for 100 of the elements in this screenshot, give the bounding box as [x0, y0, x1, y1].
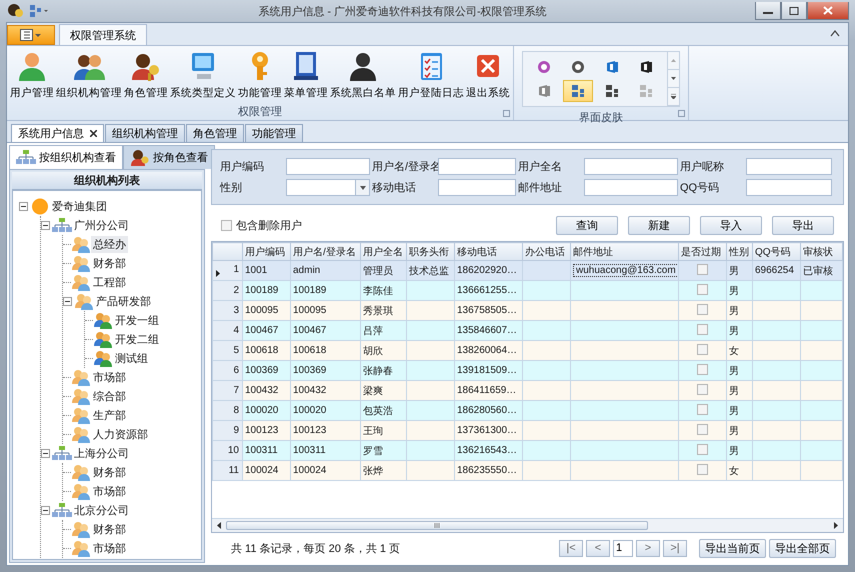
checkbox[interactable] [697, 464, 708, 474]
scroll-right-icon[interactable] [834, 522, 838, 529]
select-field[interactable] [286, 179, 370, 196]
checkbox[interactable] [697, 424, 708, 434]
page-field[interactable]: 1 [613, 540, 633, 556]
input-field[interactable] [746, 158, 832, 175]
view-tab[interactable]: 按角色查看 [123, 145, 215, 169]
tree-item[interactable]: 开发二组 [113, 331, 161, 348]
table-cell: 100369 [293, 365, 326, 376]
table-cell: 女 [729, 346, 739, 356]
column-header[interactable]: 用户全名 [360, 242, 406, 260]
column-header[interactable]: QQ号码 [752, 242, 800, 260]
export-button[interactable]: 导出全部页 [769, 538, 836, 558]
input-field[interactable] [584, 158, 678, 175]
expander-icon[interactable] [41, 221, 50, 230]
table-cell[interactable]: wuhuacong@163.com [573, 264, 678, 277]
horizontal-scrollbar[interactable] [212, 518, 843, 532]
first-page-button[interactable]: |< [559, 540, 583, 556]
ribbon-button[interactable]: 角色管理 [123, 48, 169, 102]
close-button[interactable] [807, 2, 849, 20]
ribbon-button[interactable]: 系统类型定义 [169, 48, 237, 102]
tree-item[interactable]: 测试组 [113, 350, 150, 367]
maximize-button[interactable] [781, 2, 807, 20]
tree-item[interactable]: 市场部 [91, 540, 128, 557]
include-deleted-checkbox[interactable]: 包含删除用户 [221, 218, 302, 232]
expander-icon[interactable] [19, 202, 28, 211]
tree-item[interactable]: 上海分公司 [72, 445, 131, 462]
close-icon[interactable] [90, 130, 97, 137]
document-tab[interactable]: 组织机构管理 [105, 124, 185, 142]
minimize-button[interactable] [755, 2, 781, 20]
column-header[interactable]: 邮件地址 [570, 242, 678, 260]
tree-item[interactable]: 开发一组 [113, 312, 161, 329]
checkbox[interactable] [697, 364, 708, 374]
ribbon-button[interactable]: 菜单管理 [283, 48, 329, 102]
column-header[interactable]: 性别 [726, 242, 752, 260]
tree-item[interactable]: 广州分公司 [72, 217, 131, 234]
tree-item[interactable]: 工程部 [91, 274, 128, 291]
tree-item[interactable]: 北京分公司 [72, 502, 131, 519]
action-button[interactable]: 导出 [772, 216, 834, 234]
dialog-launcher-icon[interactable] [503, 110, 510, 117]
ribbon-button[interactable]: 用户管理 [9, 48, 55, 102]
checkbox[interactable] [697, 284, 708, 294]
tree-item[interactable]: 市场部 [91, 483, 128, 500]
input-field[interactable] [584, 179, 678, 196]
dialog-launcher-icon[interactable] [678, 110, 685, 117]
collapse-ribbon-icon[interactable] [830, 29, 840, 37]
column-header[interactable]: 审核状 [800, 242, 842, 260]
ribbon-button[interactable]: 功能管理 [237, 48, 283, 102]
tree-item[interactable]: 财务部 [91, 521, 128, 538]
last-page-button[interactable]: >| [663, 540, 687, 556]
ribbon-button[interactable]: 用户登陆日志 [397, 48, 465, 102]
checkbox[interactable] [697, 344, 708, 354]
column-header[interactable]: 用户名/登录名 [290, 242, 360, 260]
layout-icon[interactable] [30, 5, 50, 17]
document-tab[interactable]: 角色管理 [186, 124, 244, 142]
input-field[interactable] [746, 179, 832, 196]
ribbon-button[interactable]: 组织机构管理 [55, 48, 123, 102]
next-page-button[interactable]: > [636, 540, 660, 556]
checkbox[interactable] [697, 404, 708, 414]
document-tab[interactable]: 系统用户信息 [11, 124, 104, 142]
app-icon[interactable] [6, 3, 24, 19]
tree-item[interactable]: 财务部 [91, 255, 128, 272]
expander-icon[interactable] [63, 297, 72, 306]
ribbon-button[interactable]: 退出系统 [465, 48, 511, 102]
action-button[interactable]: 查询 [556, 216, 618, 234]
application-menu-button[interactable] [7, 25, 55, 45]
scroll-down-button[interactable] [668, 70, 679, 88]
tree-item[interactable]: 生产部 [91, 407, 128, 424]
checkbox[interactable] [697, 324, 708, 334]
checkbox[interactable] [697, 444, 708, 454]
expander-icon[interactable] [41, 449, 50, 458]
tree-item[interactable]: 爱奇迪集团 [50, 198, 109, 215]
input-field[interactable] [286, 158, 370, 175]
tree-item[interactable]: 财务部 [91, 464, 128, 481]
column-header[interactable]: 是否过期 [678, 242, 726, 260]
document-tab[interactable]: 功能管理 [245, 124, 303, 142]
column-header[interactable]: 办公电话 [522, 242, 570, 260]
column-header[interactable]: 职务头衔 [406, 242, 454, 260]
tree-item[interactable]: 综合部 [91, 388, 128, 405]
action-button[interactable]: 导入 [700, 216, 762, 234]
checkbox[interactable] [697, 304, 708, 314]
tree-item[interactable]: 产品研发部 [94, 293, 153, 310]
ribbon-button[interactable]: 系统黑白名单 [329, 48, 397, 102]
action-button[interactable]: 新建 [628, 216, 690, 234]
expand-gallery-button[interactable] [668, 88, 679, 106]
input-field[interactable] [438, 179, 516, 196]
tree-item[interactable]: 人力资源部 [91, 426, 150, 443]
ribbon-tab[interactable]: 权限管理系统 [59, 24, 147, 45]
view-tab[interactable]: 按组织机构查看 [9, 145, 123, 169]
previous-page-button[interactable]: < [586, 540, 610, 556]
expander-icon[interactable] [41, 506, 50, 515]
column-header[interactable]: 用户编码 [242, 242, 290, 260]
export-button[interactable]: 导出当前页 [699, 538, 766, 558]
column-header[interactable]: 移动电话 [454, 242, 522, 260]
input-field[interactable] [438, 158, 516, 175]
checkbox[interactable] [697, 264, 708, 274]
tree-item[interactable]: 总经办 [91, 236, 128, 253]
scroll-left-icon[interactable] [217, 522, 221, 529]
checkbox[interactable] [697, 384, 708, 394]
tree-item[interactable]: 市场部 [91, 369, 128, 386]
